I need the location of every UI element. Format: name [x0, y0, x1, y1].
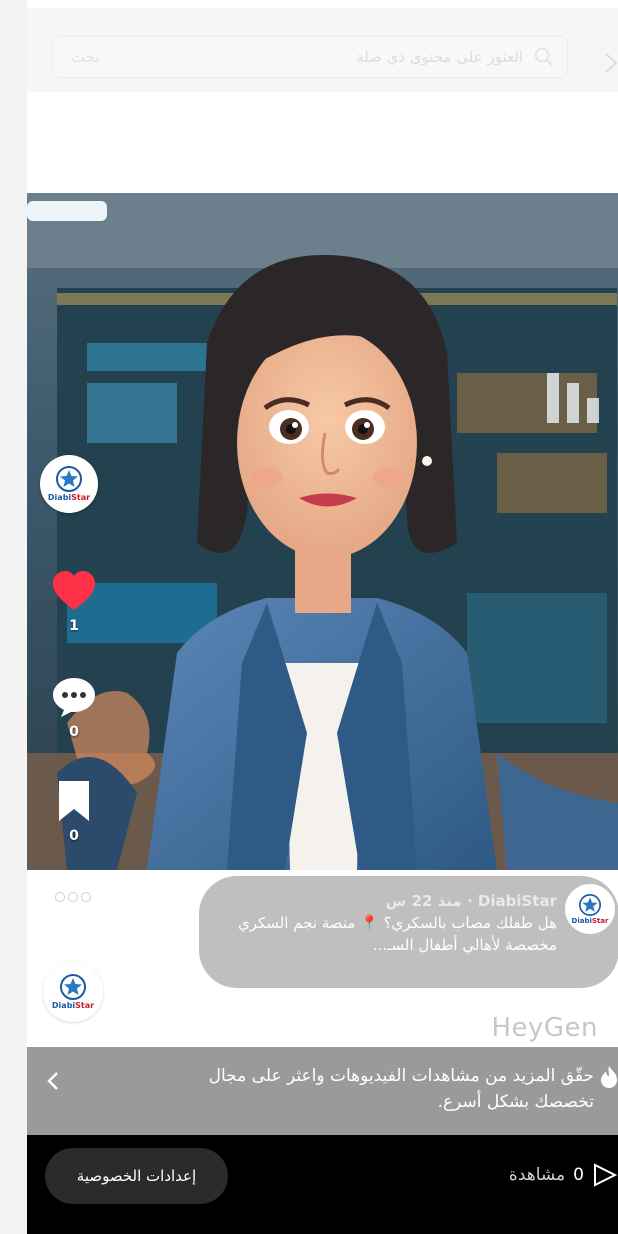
video-frame [27, 193, 618, 870]
author-brand-text: DiabiStar [51, 1001, 95, 1010]
views-count: 0 [573, 1165, 584, 1185]
search-button[interactable]: بحث [71, 48, 100, 66]
caption-avatar[interactable]: DiabiStar [565, 884, 615, 934]
play-icon [594, 1163, 618, 1187]
star-logo-icon [56, 466, 82, 492]
fire-icon [601, 1066, 617, 1088]
back-chevron-icon[interactable] [604, 52, 618, 74]
star-logo-icon [60, 974, 86, 1000]
chevron-left-icon[interactable] [47, 1071, 59, 1091]
save-count: 0 [69, 828, 79, 844]
heart-icon [53, 571, 95, 610]
promo-text: حقّق المزيد من مشاهدات الفيديوهات واعثر … [208, 1066, 594, 1112]
author-avatar[interactable]: DiabiStar [43, 962, 103, 1022]
comment-count: 0 [69, 724, 79, 740]
caption-text-block: DiabiStar · منذ 22 س هل طفلك مصاب بالسكر… [237, 890, 557, 956]
star-logo-icon [579, 893, 601, 916]
post-caption: هل طفلك مصاب بالسكري؟ 📍 منصة نجم السكري … [237, 914, 557, 954]
like-button[interactable]: 1 [51, 570, 97, 634]
more-dot [55, 892, 65, 902]
bottom-bar: 0 مشاهدة إعدادات الخصوصية [27, 1135, 618, 1234]
like-count: 1 [69, 618, 79, 634]
search-icon [534, 47, 553, 66]
search-bar: بحث [27, 8, 618, 92]
bookmark-icon [59, 781, 89, 821]
comment-icon [53, 678, 95, 717]
video-post-screen: بحث [27, 0, 618, 1234]
left-gutter [0, 0, 27, 1234]
more-dot [81, 892, 91, 902]
views-counter: 0 مشاهدة [509, 1163, 618, 1187]
save-button[interactable]: 0 [51, 780, 97, 844]
video-player[interactable] [27, 193, 618, 870]
comment-button[interactable]: 0 [51, 676, 97, 740]
more-dot [68, 892, 78, 902]
caption-brand-text: DiabiStar [571, 916, 609, 925]
watermark-logo: HeyGen [491, 1013, 598, 1043]
search-input[interactable] [231, 47, 525, 67]
channel-brand-text: DiabiStar [47, 493, 91, 502]
post-meta: DiabiStar · منذ 22 س [385, 892, 557, 910]
more-icon[interactable] [55, 892, 91, 902]
search-field-container[interactable]: بحث [52, 36, 568, 78]
channel-avatar[interactable]: DiabiStar [40, 455, 98, 513]
views-unit: مشاهدة [508, 1165, 566, 1185]
promo-banner[interactable]: حقّق المزيد من مشاهدات الفيديوهات واعثر … [27, 1047, 618, 1135]
caption-bubble[interactable]: DiabiStar DiabiStar · منذ 22 س هل طفلك م… [199, 876, 618, 988]
privacy-settings-button[interactable]: إعدادات الخصوصية [45, 1148, 228, 1204]
